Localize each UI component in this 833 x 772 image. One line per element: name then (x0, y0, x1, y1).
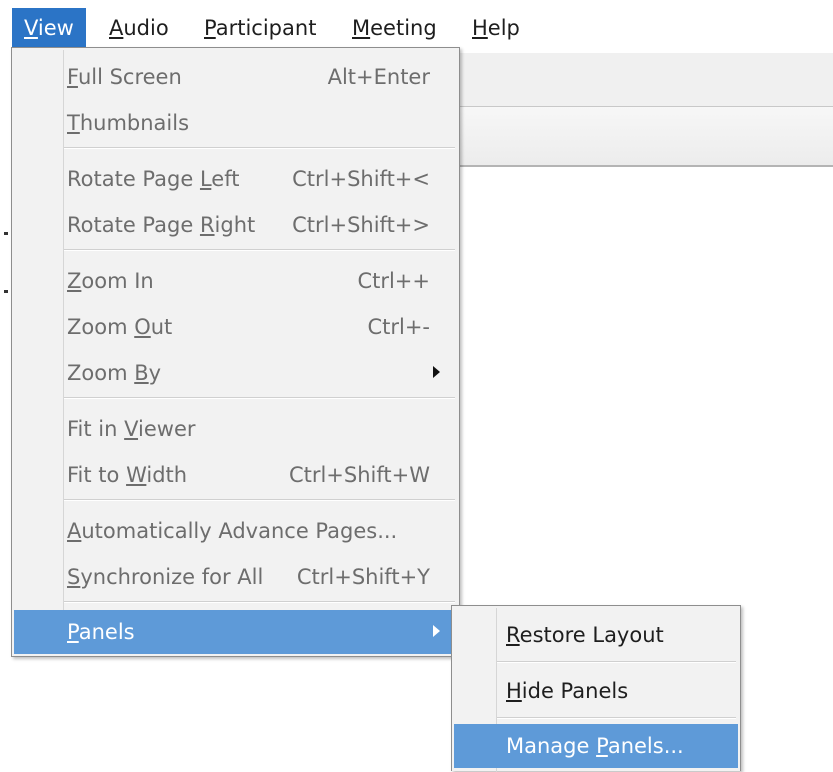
menu-item-panels[interactable]: Panels (14, 610, 457, 654)
menu-item-shortcut: Ctrl+- (367, 315, 430, 339)
menu-item-label: Fit in Viewer (67, 417, 196, 441)
panels-submenu: Restore Layout Hide Panels Manage Panels… (451, 605, 741, 772)
menu-participant[interactable]: Participant (192, 8, 328, 48)
menu-participant-mnemonic: P (204, 16, 216, 40)
app-tab-strip (460, 107, 833, 167)
menu-item-restore-layout[interactable]: Restore Layout (454, 611, 738, 659)
menu-item-shortcut: Ctrl+Shift+> (292, 213, 430, 237)
menu-item-label: Fit to Width (67, 463, 188, 487)
menu-item-zoom-in[interactable]: Zoom In Ctrl++ (14, 258, 457, 304)
menu-separator (64, 249, 455, 251)
menu-item-hide-panels[interactable]: Hide Panels (454, 667, 738, 715)
background-mark (4, 232, 8, 235)
menu-item-label: Panels (67, 620, 135, 644)
view-dropdown-menu: Full Screen Alt+Enter Thumbnails Rotate … (11, 47, 460, 657)
menu-item-fit-in-viewer[interactable]: Fit in Viewer (14, 406, 457, 452)
menu-item-label: Zoom Out (67, 315, 173, 339)
menu-separator (64, 499, 455, 501)
menu-item-label: Hide Panels (506, 679, 629, 703)
menu-item-label: Full Screen (67, 65, 182, 89)
menu-view-label: iew (37, 16, 74, 40)
submenu-arrow-icon (433, 625, 440, 637)
menu-item-label: Thumbnails (67, 111, 190, 135)
menu-item-zoom-out[interactable]: Zoom Out Ctrl+- (14, 304, 457, 350)
menu-audio[interactable]: Audio (97, 8, 181, 48)
menu-separator (64, 397, 455, 399)
menu-item-zoom-by[interactable]: Zoom By (14, 350, 457, 396)
menu-item-label: Zoom In (67, 269, 154, 293)
menu-item-shortcut: Ctrl+Shift+Y (296, 565, 430, 589)
menu-item-thumbnails[interactable]: Thumbnails (14, 100, 457, 146)
menu-item-label: Restore Layout (506, 623, 664, 647)
menu-item-label: Rotate Page Left (67, 167, 240, 191)
menu-help[interactable]: Help (460, 8, 532, 48)
menu-item-label: Rotate Page Right (67, 213, 256, 237)
menu-item-automatically-advance-pages[interactable]: Automatically Advance Pages... (14, 508, 457, 554)
menu-help-label: elp (487, 16, 520, 40)
menu-item-label: Synchronize for All (67, 565, 264, 589)
submenu-arrow-icon (433, 366, 440, 378)
app-toolbar-strip (460, 53, 833, 107)
menu-item-shortcut: Ctrl++ (357, 269, 430, 293)
menu-view[interactable]: View (12, 8, 86, 48)
menu-item-full-screen[interactable]: Full Screen Alt+Enter (14, 54, 457, 100)
menu-audio-mnemonic: A (109, 16, 124, 40)
menu-item-rotate-page-right[interactable]: Rotate Page Right Ctrl+Shift+> (14, 202, 457, 248)
menu-participant-label: articipant (215, 16, 317, 40)
menu-meeting[interactable]: Meeting (340, 8, 449, 48)
menu-item-fit-to-width[interactable]: Fit to Width Ctrl+Shift+W (14, 452, 457, 498)
menu-help-mnemonic: H (472, 16, 488, 40)
menu-meeting-label: eeting (370, 16, 437, 40)
menu-separator (497, 717, 736, 719)
menu-meeting-mnemonic: M (352, 16, 371, 40)
menu-item-shortcut: Ctrl+Shift+W (288, 463, 430, 487)
menu-item-shortcut: Ctrl+Shift+< (292, 167, 430, 191)
menu-item-manage-panels[interactable]: Manage Panels... (454, 724, 738, 768)
menu-item-shortcut: Alt+Enter (327, 65, 430, 89)
menu-item-label: Automatically Advance Pages... (67, 519, 398, 543)
menu-item-label: Zoom By (67, 361, 162, 385)
menu-view-mnemonic: V (24, 16, 38, 40)
menu-audio-label: udio (123, 16, 169, 40)
menu-separator (64, 147, 455, 149)
menu-item-label: Manage Panels... (506, 734, 684, 758)
background-mark (4, 290, 8, 293)
menu-separator (64, 601, 455, 603)
menu-item-rotate-page-left[interactable]: Rotate Page Left Ctrl+Shift+< (14, 156, 457, 202)
menu-item-synchronize-for-all[interactable]: Synchronize for All Ctrl+Shift+Y (14, 554, 457, 600)
menu-separator (497, 661, 736, 663)
